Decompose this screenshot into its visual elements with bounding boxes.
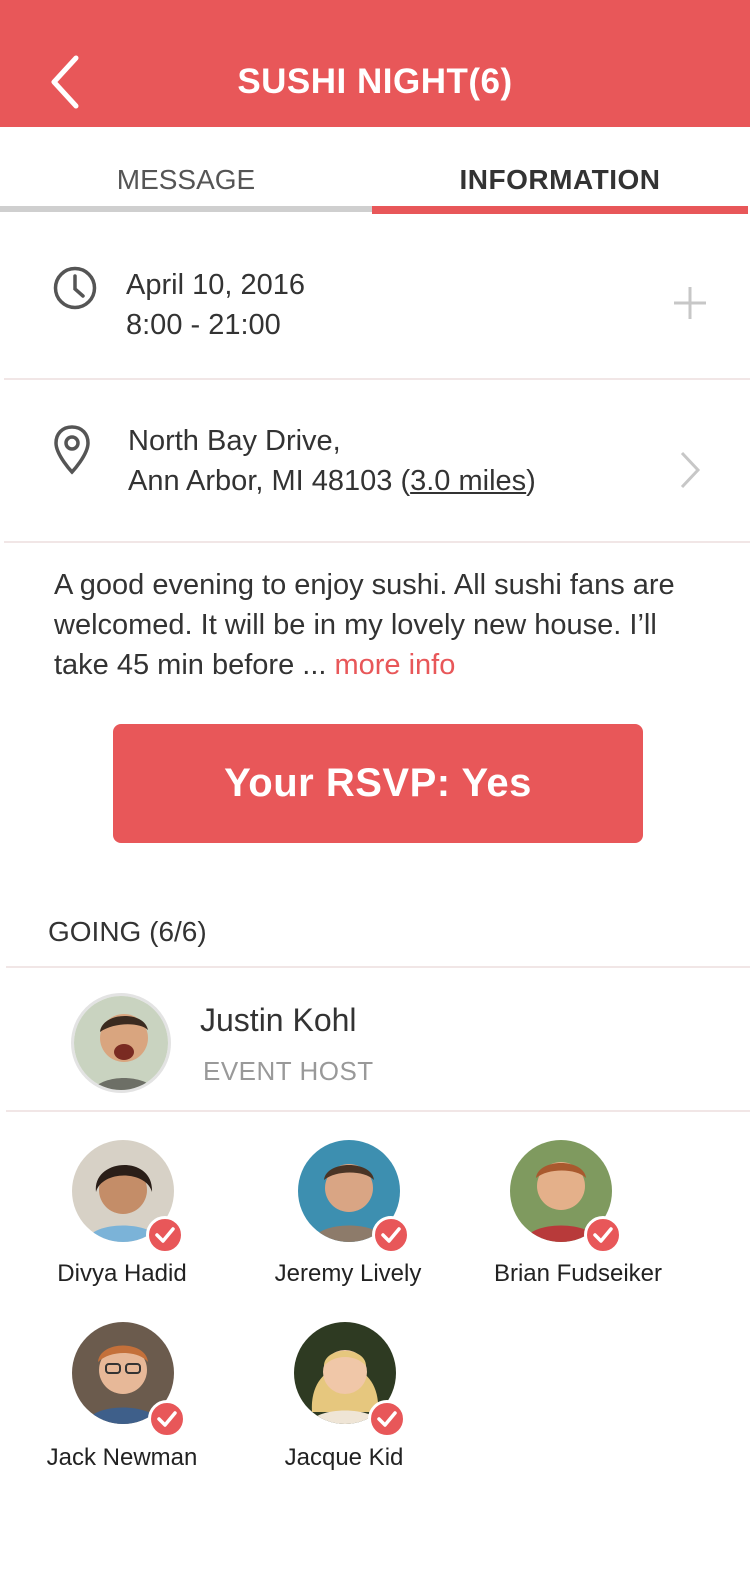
divider (6, 1110, 750, 1112)
address-suffix: ) (526, 465, 536, 497)
plus-icon[interactable] (672, 285, 708, 321)
tab-indicator-active (372, 206, 748, 214)
event-description: A good evening to enjoy sushi. All sushi… (54, 565, 714, 685)
divider (6, 966, 750, 968)
attendee-card[interactable]: Brian Fudseiker (494, 1140, 730, 1310)
rsvp-button[interactable]: Your RSVP: Yes (113, 724, 643, 843)
attendee-name: Jack Newman (46, 1444, 198, 1471)
clock-icon (53, 266, 97, 310)
map-pin-icon (54, 425, 90, 475)
going-heading: GOING (6/6) (48, 916, 207, 947)
attendee-name: Jacque Kid (284, 1444, 404, 1471)
event-date: April 10, 2016 (126, 269, 305, 301)
check-icon (584, 1216, 622, 1254)
check-icon (372, 1216, 410, 1254)
event-location-row[interactable]: North Bay Drive, Ann Arbor, MI 48103 (3.… (4, 380, 750, 543)
check-icon (146, 1216, 184, 1254)
distance-link[interactable]: 3.0 miles (410, 465, 526, 497)
app-header: SUSHI NIGHT(6) (0, 0, 750, 127)
attendee-name: Jeremy Lively (274, 1260, 422, 1287)
check-icon (148, 1400, 186, 1438)
attendee-name: Divya Hadid (57, 1260, 187, 1287)
event-datetime: April 10, 2016 8:00 - 21:00 (126, 265, 305, 345)
page-title: SUSHI NIGHT(6) (237, 62, 513, 101)
attendee-name: Brian Fudseiker (493, 1260, 663, 1287)
more-info-link[interactable]: more info (334, 649, 455, 681)
check-icon (368, 1400, 406, 1438)
tab-indicator-inactive (0, 206, 372, 212)
chevron-right-icon[interactable] (678, 450, 702, 490)
event-time: 8:00 - 21:00 (126, 309, 281, 341)
address-line-2: Ann Arbor, MI 48103 (3.0 miles) (128, 461, 536, 501)
event-datetime-row[interactable]: April 10, 2016 8:00 - 21:00 (4, 215, 750, 380)
event-address: North Bay Drive, Ann Arbor, MI 48103 (3.… (128, 421, 536, 501)
tab-bar: MESSAGE INFORMATION (0, 127, 750, 215)
tab-information[interactable]: INFORMATION (372, 127, 748, 215)
address-city: Ann Arbor, MI 48103 ( (128, 465, 411, 497)
host-role: EVENT HOST (203, 1056, 374, 1086)
host-name: Justin Kohl (200, 1002, 357, 1038)
address-line-1: North Bay Drive, (128, 425, 341, 457)
avatar-image (74, 996, 168, 1090)
tab-message[interactable]: MESSAGE (0, 127, 372, 215)
attendee-card[interactable]: Jacque Kid (274, 1322, 494, 1492)
host-avatar[interactable] (71, 993, 171, 1093)
